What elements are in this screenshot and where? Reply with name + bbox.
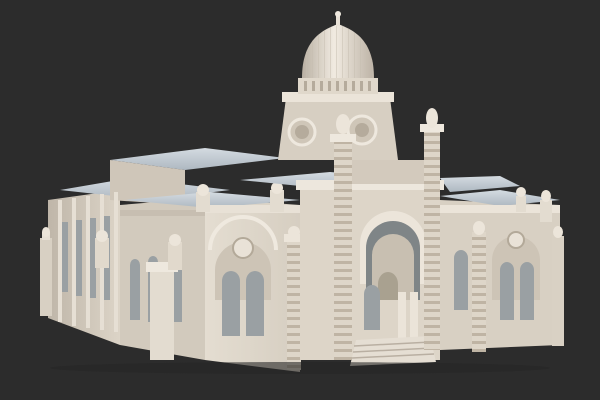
ground-shadow (50, 362, 550, 374)
left-front-block (95, 182, 304, 372)
render-viewport (0, 0, 600, 400)
right-wing (440, 187, 564, 352)
building-render (0, 0, 600, 400)
